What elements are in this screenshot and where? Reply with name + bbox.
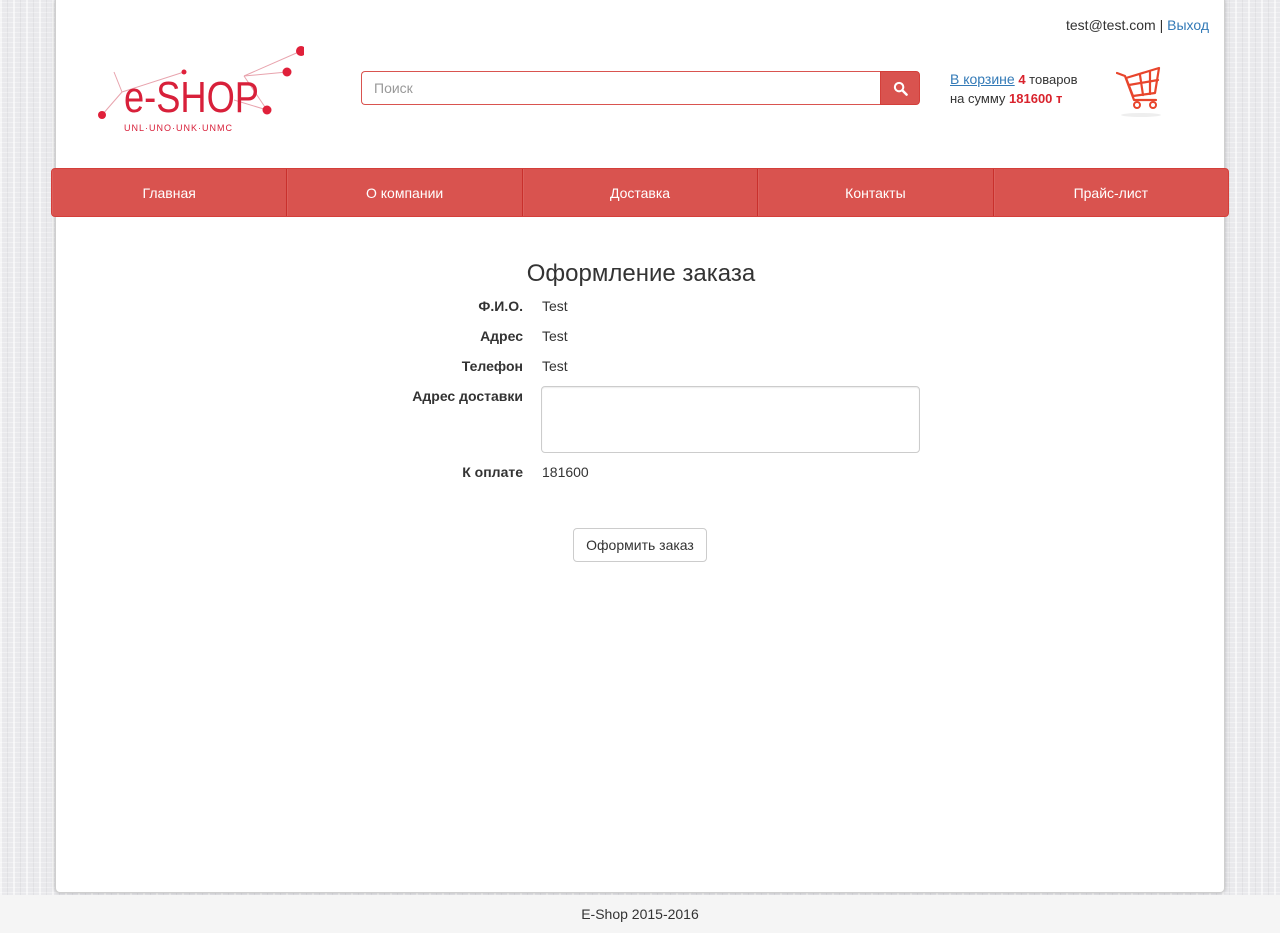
nav-item-home[interactable]: Главная: [52, 169, 288, 216]
cart-items-word: товаров: [1029, 72, 1078, 87]
search-input[interactable]: [361, 71, 880, 105]
nav-item-contacts[interactable]: Контакты: [758, 169, 994, 216]
logo-title: e-SHOP: [124, 73, 259, 122]
shopping-cart-icon[interactable]: [1116, 62, 1166, 120]
user-email: test@test.com: [1066, 17, 1156, 33]
search-button[interactable]: [880, 71, 920, 105]
user-bar: test@test.com | Выход: [1066, 17, 1209, 33]
cart-sum-value: 181600 т: [1009, 91, 1063, 106]
cart-link[interactable]: В корзине: [950, 71, 1015, 87]
logo-tagline: UNL·UNO·UNK·UNMC: [124, 123, 233, 133]
nav-item-price-list[interactable]: Прайс-лист: [994, 169, 1228, 216]
nav-item-delivery[interactable]: Доставка: [523, 169, 759, 216]
field-row-address: Адрес Test: [56, 328, 1226, 350]
field-label: К оплате: [462, 464, 523, 480]
total-value: 181600: [542, 464, 589, 480]
page-container: test@test.com | Выход e-SHOP UNL·UNO·UNK…: [55, 0, 1225, 893]
footer: E-Shop 2015-2016: [0, 895, 1280, 933]
delivery-address-input[interactable]: [541, 386, 920, 453]
field-value: Test: [542, 358, 568, 374]
place-order-button[interactable]: Оформить заказ: [573, 528, 707, 562]
field-value: Test: [542, 328, 568, 344]
field-label: Адрес: [480, 328, 523, 344]
nav-item-about[interactable]: О компании: [287, 169, 523, 216]
search-bar: [361, 71, 920, 105]
logout-link[interactable]: Выход: [1167, 17, 1209, 33]
cart-summary: В корзине 4 товаров на сумму 181600 т: [950, 70, 1078, 108]
field-row-fio: Ф.И.О. Test: [56, 298, 1226, 320]
cart-sum-label: на сумму: [950, 91, 1006, 106]
field-value: Test: [542, 298, 568, 314]
field-row-phone: Телефон Test: [56, 358, 1226, 380]
eshop-logo[interactable]: e-SHOP UNL·UNO·UNK·UNMC: [94, 42, 304, 137]
page-title: Оформление заказа: [526, 260, 756, 287]
user-separator: |: [1159, 17, 1164, 33]
main-nav: Главная О компании Доставка Контакты Пра…: [51, 168, 1229, 217]
cart-count: 4: [1018, 72, 1026, 87]
field-label: Адрес доставки: [412, 388, 523, 404]
field-row-total: К оплате 181600: [56, 464, 1226, 486]
search-icon: [893, 81, 908, 96]
footer-text: E-Shop 2015-2016: [581, 906, 699, 922]
field-label: Телефон: [461, 358, 523, 374]
field-label: Ф.И.О.: [478, 298, 523, 314]
